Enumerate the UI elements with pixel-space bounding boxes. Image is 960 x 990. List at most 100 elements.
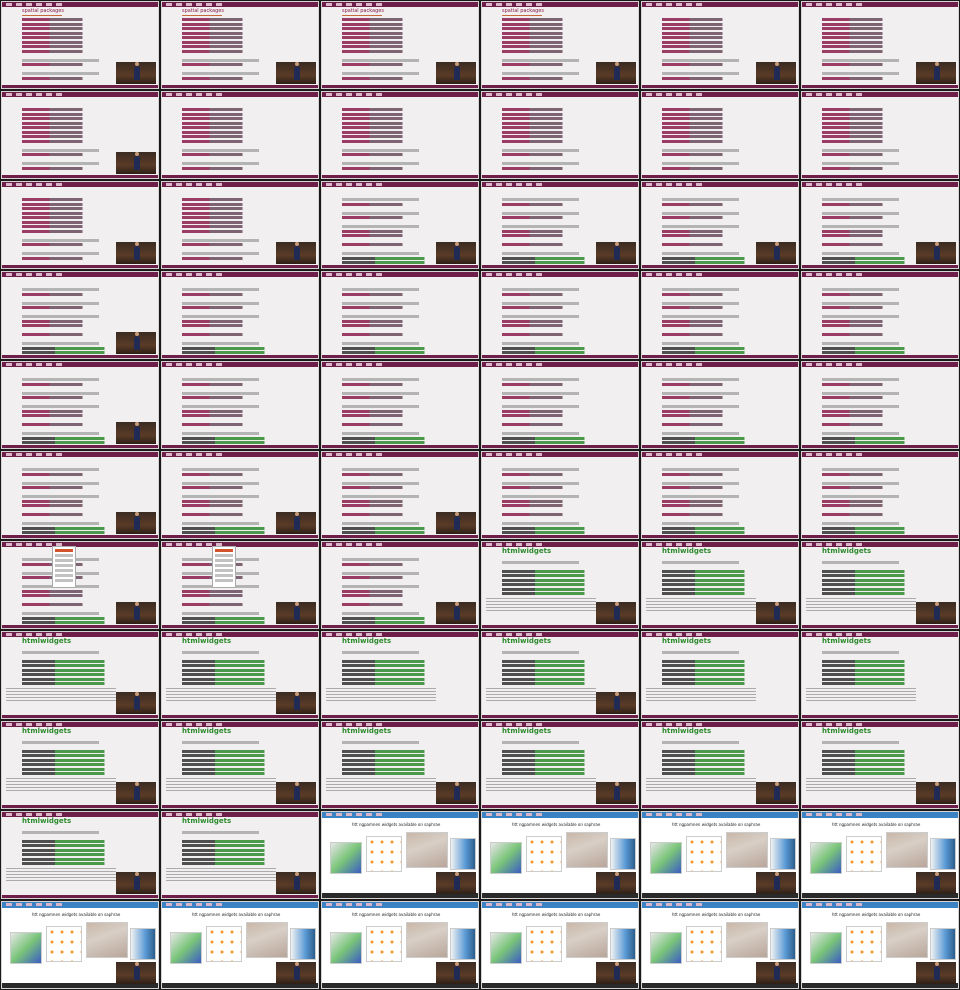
video-frame-thumbnail[interactable] [161, 271, 319, 359]
video-frame-thumbnail[interactable] [161, 541, 319, 629]
video-frame-thumbnail[interactable] [1, 451, 159, 539]
menu-item[interactable] [215, 574, 233, 577]
video-frame-thumbnail[interactable] [801, 91, 959, 179]
menu-item[interactable] [215, 579, 233, 582]
widget-preview[interactable] [566, 922, 608, 958]
widget-preview[interactable] [450, 928, 476, 960]
video-frame-thumbnail[interactable] [481, 361, 639, 449]
widget-preview[interactable] [610, 838, 636, 870]
widget-preview[interactable] [330, 842, 362, 874]
video-frame-thumbnail[interactable] [801, 451, 959, 539]
video-frame-thumbnail[interactable]: spatial packages [1, 1, 159, 89]
video-frame-thumbnail[interactable] [641, 1, 799, 89]
widget-preview[interactable] [290, 928, 316, 960]
menu-item[interactable] [215, 564, 233, 567]
widget-preview[interactable] [490, 932, 522, 964]
video-frame-thumbnail[interactable]: htmlwidgets [481, 541, 639, 629]
menu-item[interactable] [215, 549, 233, 552]
video-frame-thumbnail[interactable] [321, 541, 479, 629]
widget-preview[interactable] [930, 928, 956, 960]
dropdown-menu[interactable] [212, 546, 236, 588]
video-frame-thumbnail[interactable]: htt ngpamnen widgets available on saphra… [321, 901, 479, 989]
widget-preview[interactable] [610, 928, 636, 960]
video-frame-thumbnail[interactable] [481, 451, 639, 539]
widget-preview[interactable] [686, 926, 722, 962]
video-frame-thumbnail[interactable] [801, 181, 959, 269]
video-frame-thumbnail[interactable]: htmlwidgets [1, 631, 159, 719]
widget-preview[interactable] [810, 842, 842, 874]
widget-preview[interactable] [86, 922, 128, 958]
menu-item[interactable] [215, 569, 233, 572]
video-frame-thumbnail[interactable] [801, 361, 959, 449]
widget-preview[interactable] [526, 836, 562, 872]
widget-preview[interactable] [130, 928, 156, 960]
video-frame-thumbnail[interactable]: htt ngpamnen widgets available on saphra… [481, 901, 639, 989]
menu-item[interactable] [55, 554, 73, 557]
menu-item[interactable] [215, 554, 233, 557]
widget-preview[interactable] [366, 926, 402, 962]
widget-preview[interactable] [650, 932, 682, 964]
widget-preview[interactable] [366, 836, 402, 872]
video-frame-thumbnail[interactable] [641, 271, 799, 359]
video-frame-thumbnail[interactable]: spatial packages [321, 1, 479, 89]
widget-preview[interactable] [526, 926, 562, 962]
widget-preview[interactable] [450, 838, 476, 870]
widget-preview[interactable] [886, 832, 928, 868]
video-frame-thumbnail[interactable]: htmlwidgets [1, 811, 159, 899]
widget-preview[interactable] [886, 922, 928, 958]
video-frame-thumbnail[interactable]: htt ngpamnen widgets available on saphra… [801, 901, 959, 989]
video-frame-thumbnail[interactable] [641, 91, 799, 179]
video-frame-thumbnail[interactable]: htt ngpamnen widgets available on saphra… [801, 811, 959, 899]
video-frame-thumbnail[interactable]: htt ngpamnen widgets available on saphra… [641, 811, 799, 899]
video-frame-thumbnail[interactable] [161, 181, 319, 269]
menu-item[interactable] [215, 559, 233, 562]
widget-preview[interactable] [10, 932, 42, 964]
video-frame-thumbnail[interactable] [481, 91, 639, 179]
video-frame-thumbnail[interactable] [1, 361, 159, 449]
video-frame-thumbnail[interactable]: htt ngpamnen widgets available on saphra… [481, 811, 639, 899]
widget-preview[interactable] [810, 932, 842, 964]
video-frame-thumbnail[interactable]: htmlwidgets [641, 541, 799, 629]
video-frame-thumbnail[interactable] [161, 451, 319, 539]
video-frame-thumbnail[interactable]: htmlwidgets [321, 721, 479, 809]
widget-preview[interactable] [930, 838, 956, 870]
video-frame-thumbnail[interactable]: spatial packages [161, 1, 319, 89]
video-frame-thumbnail[interactable]: htmlwidgets [321, 631, 479, 719]
video-frame-thumbnail[interactable]: htt ngpamnen widgets available on saphra… [641, 901, 799, 989]
video-frame-thumbnail[interactable] [321, 181, 479, 269]
widget-preview[interactable] [686, 836, 722, 872]
video-frame-thumbnail[interactable]: spatial packages [481, 1, 639, 89]
video-frame-thumbnail[interactable] [801, 271, 959, 359]
video-frame-thumbnail[interactable]: htmlwidgets [161, 811, 319, 899]
menu-item[interactable] [55, 564, 73, 567]
video-frame-thumbnail[interactable] [641, 181, 799, 269]
video-frame-thumbnail[interactable]: htmlwidgets [641, 631, 799, 719]
widget-preview[interactable] [46, 926, 82, 962]
video-frame-thumbnail[interactable]: htt ngpamnen widgets available on saphra… [161, 901, 319, 989]
widget-preview[interactable] [566, 832, 608, 868]
widget-preview[interactable] [246, 922, 288, 958]
video-frame-thumbnail[interactable] [1, 91, 159, 179]
widget-preview[interactable] [650, 842, 682, 874]
video-frame-thumbnail[interactable] [481, 181, 639, 269]
video-frame-thumbnail[interactable]: htmlwidgets [801, 721, 959, 809]
widget-preview[interactable] [846, 926, 882, 962]
video-frame-thumbnail[interactable] [1, 271, 159, 359]
widget-preview[interactable] [726, 922, 768, 958]
video-frame-thumbnail[interactable]: htmlwidgets [481, 631, 639, 719]
video-frame-thumbnail[interactable]: htmlwidgets [481, 721, 639, 809]
video-frame-thumbnail[interactable] [481, 271, 639, 359]
widget-preview[interactable] [770, 838, 796, 870]
widget-preview[interactable] [170, 932, 202, 964]
menu-item[interactable] [55, 569, 73, 572]
widget-preview[interactable] [726, 832, 768, 868]
video-frame-thumbnail[interactable] [321, 451, 479, 539]
dropdown-menu[interactable] [52, 546, 76, 588]
video-frame-thumbnail[interactable] [321, 91, 479, 179]
video-frame-thumbnail[interactable] [161, 91, 319, 179]
menu-item[interactable] [55, 574, 73, 577]
video-frame-thumbnail[interactable] [1, 541, 159, 629]
video-frame-thumbnail[interactable] [321, 361, 479, 449]
video-frame-thumbnail[interactable]: htmlwidgets [801, 631, 959, 719]
widget-preview[interactable] [330, 932, 362, 964]
